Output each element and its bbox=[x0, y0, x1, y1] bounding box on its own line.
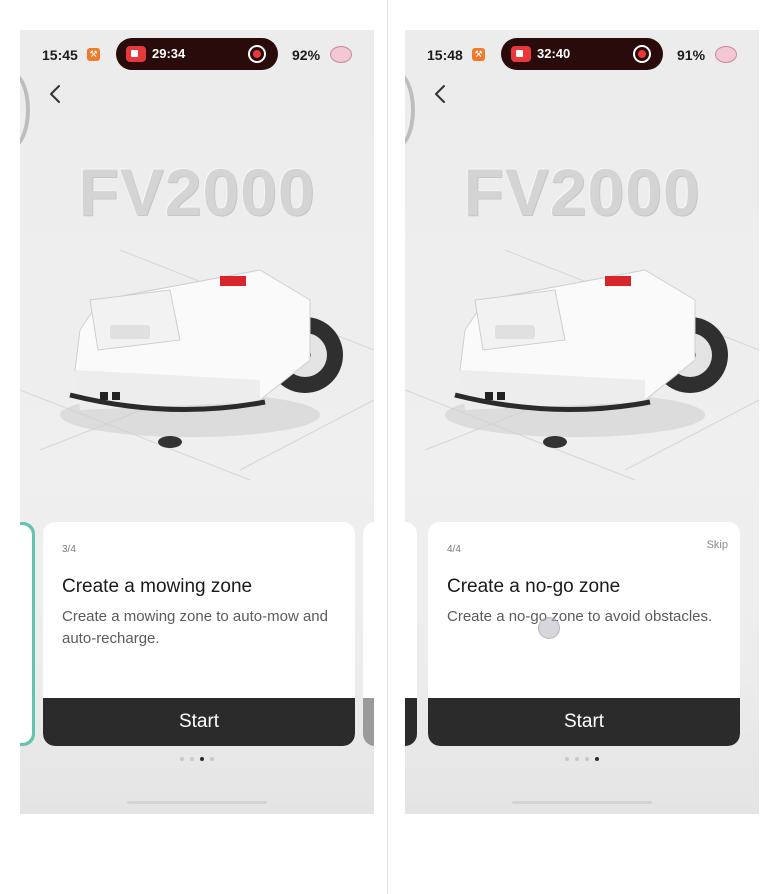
model-title: FV2000 bbox=[463, 155, 701, 229]
previous-card-peek[interactable] bbox=[20, 522, 35, 746]
record-timer: 29:34 bbox=[152, 46, 186, 61]
page-dot bbox=[180, 757, 184, 761]
page-dot-active bbox=[200, 757, 204, 761]
status-time: 15:48 bbox=[427, 47, 463, 63]
brain-icon bbox=[715, 46, 737, 63]
previous-page-edge bbox=[405, 70, 415, 150]
onboarding-card: 4/4 Skip Create a no-go zone Create a no… bbox=[428, 522, 740, 746]
phone-screen-step-4: 15:48 ⚒ 32:40 91% FV2000 4/4 Skip Create… bbox=[405, 30, 759, 814]
home-indicator[interactable] bbox=[512, 801, 652, 804]
screen-record-pill[interactable]: 32:40 bbox=[501, 38, 663, 70]
page-dot bbox=[210, 757, 214, 761]
model-title: FV2000 bbox=[78, 155, 316, 229]
stop-record-icon[interactable] bbox=[633, 45, 651, 63]
phone-screen-step-3: 15:45 ⚒ 29:34 92% FV2000 3/4 Create a mo… bbox=[20, 30, 374, 814]
status-time: 15:45 bbox=[42, 47, 78, 63]
battery-level: 92% bbox=[292, 47, 321, 63]
screen-record-pill[interactable]: 29:34 bbox=[116, 38, 278, 70]
home-indicator[interactable] bbox=[127, 801, 267, 804]
screenshot-divider bbox=[387, 0, 388, 894]
back-arrow-icon[interactable] bbox=[429, 82, 453, 106]
page-dot bbox=[575, 757, 579, 761]
stop-record-icon[interactable] bbox=[248, 45, 266, 63]
start-button[interactable]: Start bbox=[43, 698, 355, 746]
app-badge-icon: ⚒ bbox=[87, 48, 100, 61]
card-description: Create a mowing zone to auto-mow and aut… bbox=[62, 608, 328, 647]
start-button[interactable]: Start bbox=[428, 698, 740, 746]
page-dot bbox=[190, 757, 194, 761]
step-indicator: 3/4 bbox=[62, 544, 76, 555]
card-title: Create a no-go zone bbox=[447, 576, 621, 597]
record-timer: 32:40 bbox=[537, 46, 571, 61]
onboarding-card: 3/4 Create a mowing zone Create a mowing… bbox=[43, 522, 355, 746]
screen-record-icon bbox=[511, 46, 531, 62]
screen-record-icon bbox=[126, 46, 146, 62]
page-dot-active bbox=[595, 757, 599, 761]
previous-card-peek[interactable] bbox=[405, 522, 417, 746]
robot-mower-image bbox=[405, 249, 759, 481]
brain-icon bbox=[330, 46, 352, 63]
page-indicator bbox=[20, 757, 374, 761]
touch-indicator bbox=[538, 617, 560, 639]
back-arrow-icon[interactable] bbox=[44, 82, 68, 106]
page-dot bbox=[585, 757, 589, 761]
battery-level: 91% bbox=[677, 47, 706, 63]
next-card-peek[interactable] bbox=[363, 522, 374, 746]
card-title: Create a mowing zone bbox=[62, 576, 253, 597]
page-indicator bbox=[405, 757, 759, 761]
card-description: Create a no-go zone to avoid obstacles. bbox=[447, 608, 713, 625]
previous-page-edge bbox=[20, 70, 30, 150]
step-indicator: 4/4 bbox=[447, 544, 461, 555]
app-badge-icon: ⚒ bbox=[472, 48, 485, 61]
page-dot bbox=[565, 757, 569, 761]
skip-link[interactable]: Skip bbox=[707, 539, 728, 551]
robot-mower-image bbox=[20, 249, 374, 481]
